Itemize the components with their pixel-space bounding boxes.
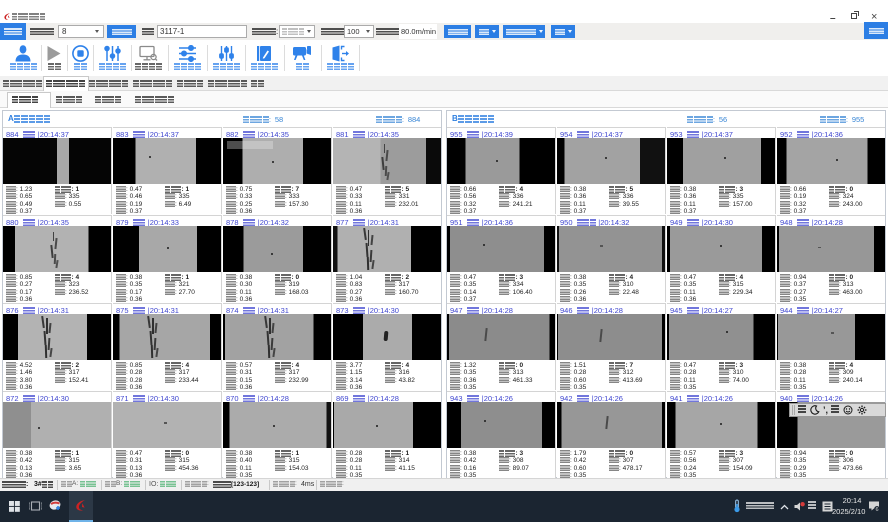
svg-text:6: 6	[875, 507, 878, 512]
